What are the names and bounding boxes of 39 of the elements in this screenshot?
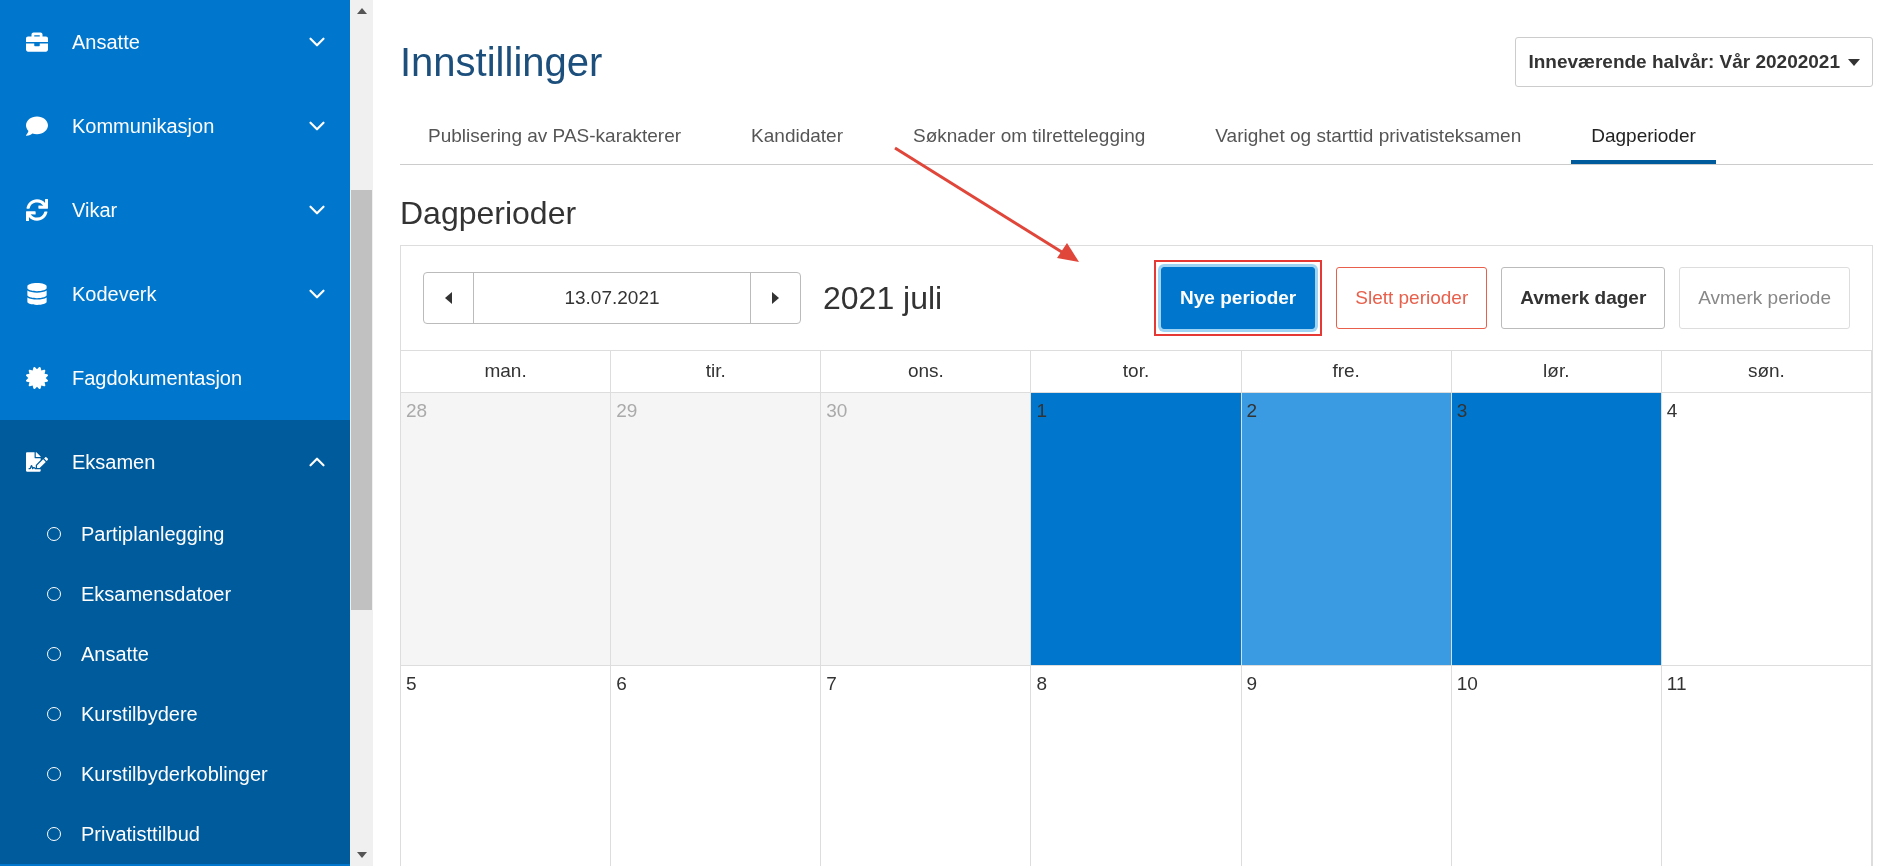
caret-icon bbox=[1848, 58, 1860, 66]
speech-bubble-icon bbox=[26, 115, 48, 137]
seal-icon bbox=[26, 367, 48, 389]
day-cell[interactable]: 4 bbox=[1661, 393, 1872, 666]
sidebar-item[interactable]: Eksamen bbox=[0, 420, 350, 504]
day-cell[interactable]: 2 bbox=[1241, 393, 1452, 666]
sidebar-item[interactable]: Ansatte bbox=[0, 0, 350, 84]
scrollbar-thumb[interactable] bbox=[351, 190, 372, 610]
date-picker[interactable]: 13.07.2021 bbox=[423, 272, 801, 324]
sidebar-subitem[interactable]: Ansatte bbox=[0, 624, 350, 684]
sidebar-subitem[interactable]: Kurstilbydere bbox=[0, 684, 350, 744]
tab[interactable]: Søknader om tilrettelegging bbox=[893, 112, 1166, 164]
month-label: 2021 juli bbox=[823, 279, 943, 318]
term-dropdown[interactable]: Inneværende halvår: Vår 20202021 bbox=[1515, 37, 1873, 87]
tab[interactable]: Publisering av PAS-karakterer bbox=[408, 112, 702, 164]
sidebar-subitem[interactable]: Privatisttilbud bbox=[0, 804, 350, 864]
tab[interactable]: Dagperioder bbox=[1571, 112, 1716, 164]
sidebar-item[interactable]: Vikar bbox=[0, 168, 350, 252]
sidebar-subitem[interactable]: Kurstilbyderkoblinger bbox=[0, 744, 350, 804]
page-title: Innstillinger bbox=[400, 39, 603, 86]
sidebar-subitem[interactable]: Eksamensdatoer bbox=[0, 564, 350, 624]
briefcase-icon bbox=[26, 31, 48, 53]
sidebar-subitem[interactable]: Partiplanlegging bbox=[0, 504, 350, 564]
toolbar-button[interactable]: Nye perioder bbox=[1161, 267, 1316, 329]
sidebar-item[interactable]: Kommunikasjon bbox=[0, 84, 350, 168]
sidebar-item[interactable]: Kodeverk bbox=[0, 252, 350, 336]
date-field[interactable]: 13.07.2021 bbox=[474, 273, 750, 323]
scroll-up-icon[interactable] bbox=[356, 8, 367, 14]
section-title: Dagperioder bbox=[400, 194, 578, 233]
sidebar-item[interactable]: Fagdokumentasjon bbox=[0, 336, 350, 420]
tab[interactable]: Varighet og starttid privatisteksamen bbox=[1195, 112, 1542, 164]
right-triangle-icon bbox=[772, 292, 779, 304]
left-triangle-icon bbox=[445, 292, 452, 304]
document-pen-icon bbox=[26, 451, 48, 473]
refresh-icon bbox=[26, 199, 48, 221]
toolbar-button[interactable]: Avmerk dager bbox=[1501, 267, 1666, 329]
scroll-down-icon[interactable] bbox=[356, 852, 367, 858]
tab[interactable]: Kandidater bbox=[731, 112, 863, 164]
database-icon bbox=[26, 283, 48, 305]
